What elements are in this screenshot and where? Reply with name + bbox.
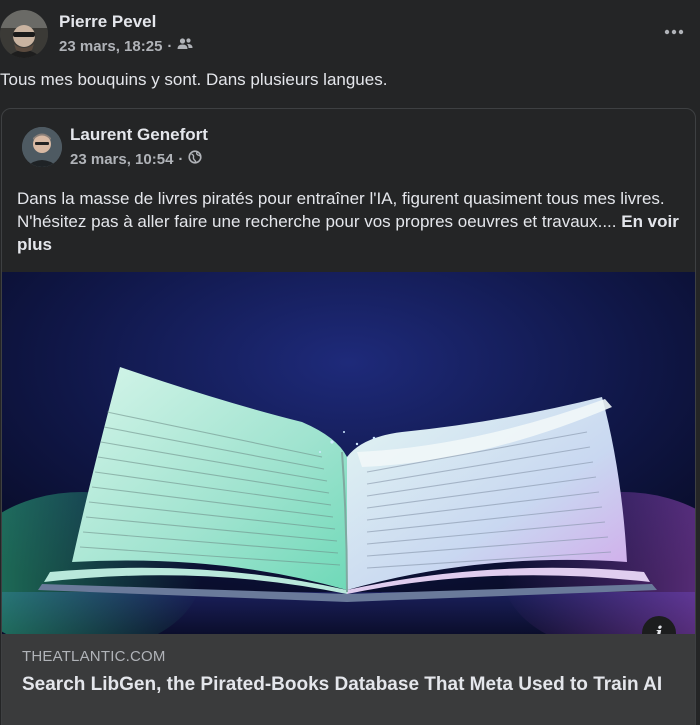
- post-header: Pierre Pevel 23 mars, 18:25 ·: [0, 6, 700, 62]
- globe-icon[interactable]: [188, 150, 203, 168]
- post-text: Tous mes bouquins y sont. Dans plusieurs…: [0, 70, 388, 89]
- more-options-icon[interactable]: [662, 22, 686, 42]
- shared-meta: 23 mars, 10:54 ·: [70, 150, 203, 168]
- shared-text: Dans la masse de livres piratés pour ent…: [17, 187, 685, 256]
- shared-timestamp[interactable]: 23 mars, 10:54: [70, 151, 173, 168]
- friends-icon[interactable]: [177, 37, 193, 55]
- post-meta: 23 mars, 18:25 ·: [59, 37, 193, 55]
- link-title[interactable]: Search LibGen, the Pirated-Books Databas…: [22, 672, 672, 697]
- avatar[interactable]: [0, 10, 48, 58]
- shared-post[interactable]: Laurent Genefort 23 mars, 10:54 · Dans l…: [1, 108, 696, 725]
- shared-author-name[interactable]: Laurent Genefort: [70, 125, 208, 145]
- facebook-post: Pierre Pevel 23 mars, 18:25 · Tous mes b…: [0, 0, 700, 725]
- author-name[interactable]: Pierre Pevel: [59, 12, 156, 32]
- link-domain: THEATLANTIC.COM: [22, 648, 166, 665]
- meta-separator: ·: [178, 150, 184, 168]
- post-timestamp[interactable]: 23 mars, 18:25: [59, 38, 162, 55]
- link-preview-image[interactable]: i: [2, 272, 695, 634]
- meta-separator: ·: [167, 37, 173, 55]
- shared-avatar[interactable]: [22, 127, 62, 167]
- shared-text-content: Dans la masse de livres piratés pour ent…: [17, 189, 665, 231]
- link-preview-footer[interactable]: THEATLANTIC.COM Search LibGen, the Pirat…: [2, 634, 695, 725]
